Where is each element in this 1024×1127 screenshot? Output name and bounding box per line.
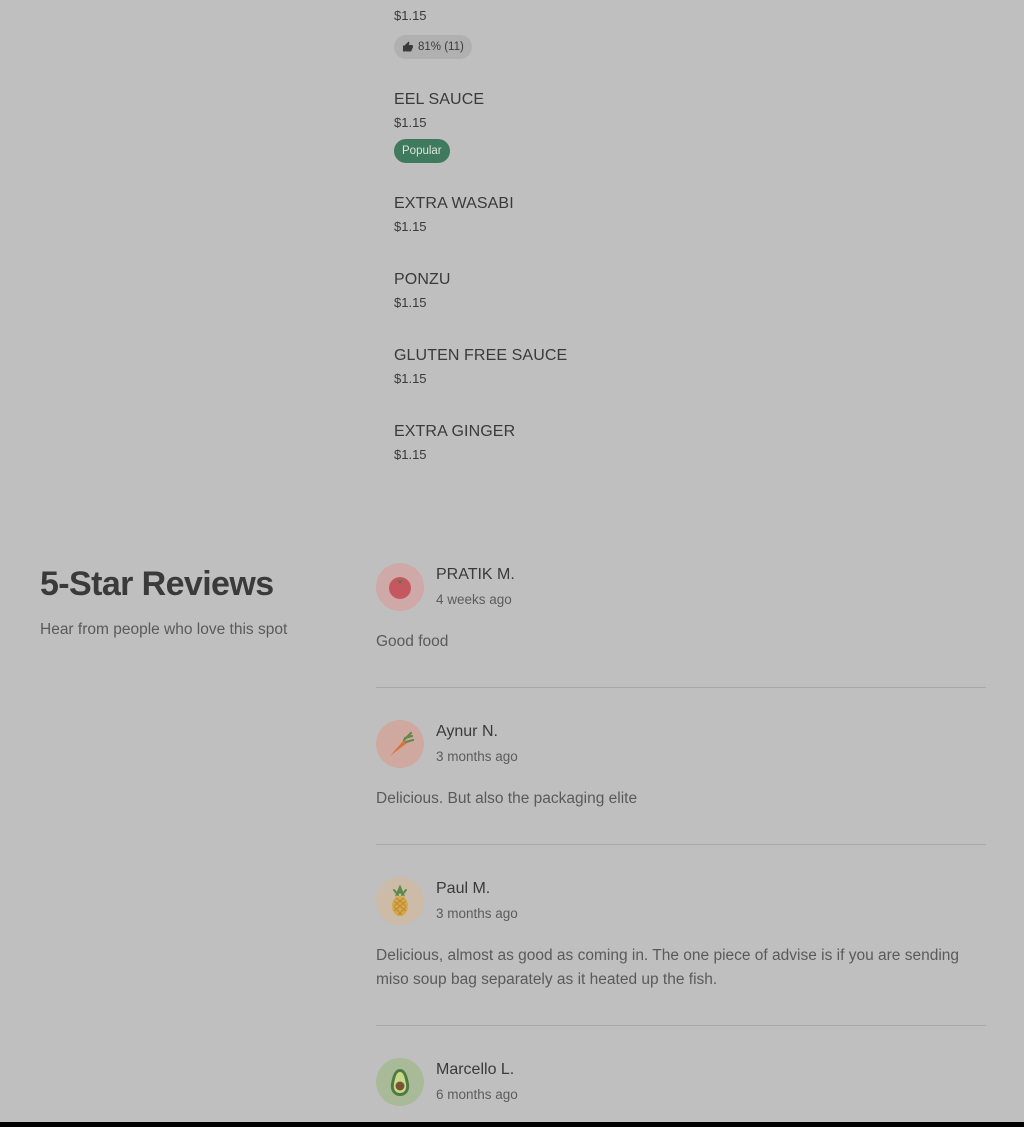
reviewer-name: Paul M. [436,880,491,897]
rating-badge: 81% (11) [394,35,472,59]
avatar [376,720,424,768]
review-date: 3 months ago [436,906,518,921]
menu-item[interactable]: $1.15 81% (11) [394,8,994,59]
review-date: 6 months ago [436,1087,518,1102]
avatar [376,1058,424,1106]
item-price: $1.15 [394,115,427,130]
reviewer-name: PRATIK M. [436,566,515,583]
item-price: $1.15 [394,447,427,462]
review-text: Delicious. But also the packaging elite [376,790,638,807]
pineapple-icon [392,885,408,916]
review-date: 4 weeks ago [436,592,512,607]
item-name: EXTRA GINGER [394,423,516,440]
bottom-edge-bar [0,1122,1024,1127]
menu-item-extra-wasabi[interactable]: EXTRA WASABI $1.15 [394,194,994,235]
store-page: $1.15 81% (11) EEL SAUCE $1.15 Popular E… [0,0,1024,1122]
tomato-icon [389,577,411,599]
divider [376,844,986,845]
avatar [376,563,424,611]
carrot-icon [390,731,415,756]
item-name: GLUTEN FREE SAUCE [394,347,568,364]
review-text: Good food [376,633,449,650]
item-price: $1.15 [394,219,427,234]
item-price: $1.15 [394,295,427,310]
avocado-icon [390,1069,410,1096]
thumbs-up-icon [403,41,413,52]
item-name: EXTRA WASABI [394,195,514,212]
divider [376,1025,986,1026]
review-text: Delicious, almost as good as coming in. … [376,947,960,988]
rating-text: 81% (11) [418,41,464,53]
reviewer-name: Aynur N. [436,723,498,740]
divider [376,687,986,688]
menu-item-eel-sauce[interactable]: EEL SAUCE $1.15 Popular [394,90,994,163]
reviews-heading: 5-Star Reviews [40,565,274,603]
item-price: $1.15 [394,8,427,23]
menu-item-extra-ginger[interactable]: EXTRA GINGER $1.15 [394,422,994,463]
menu-item-ponzu[interactable]: PONZU $1.15 [394,270,994,311]
reviewer-name: Marcello L. [436,1061,515,1078]
item-name: PONZU [394,271,451,288]
item-name: EEL SAUCE [394,91,485,108]
menu-item-gluten-free-sauce[interactable]: GLUTEN FREE SAUCE $1.15 [394,346,994,387]
popular-badge: Popular [394,139,450,163]
avatar [376,877,424,925]
item-price: $1.15 [394,371,427,386]
review-date: 3 months ago [436,749,518,764]
reviews-subheading: Hear from people who love this spot [40,621,288,638]
